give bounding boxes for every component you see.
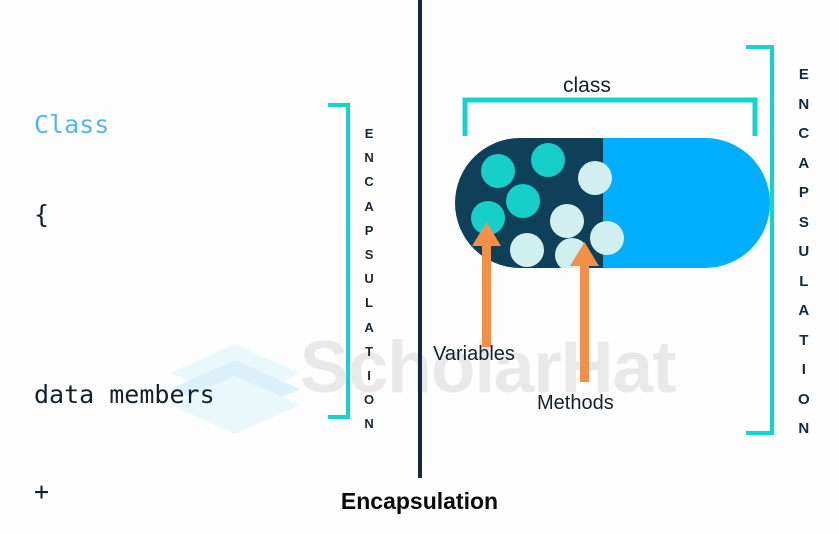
- methods-label: Methods: [537, 392, 614, 414]
- vletter: L: [365, 295, 374, 311]
- vletter: U: [798, 243, 810, 260]
- vletter: C: [364, 174, 375, 190]
- capsule-public-half: [603, 138, 770, 268]
- vletter: L: [799, 272, 809, 290]
- methods-arrow: [570, 242, 599, 382]
- vletter: A: [364, 198, 375, 214]
- capsule-dot-teal: [531, 143, 565, 177]
- vletter: I: [801, 361, 807, 378]
- vletter: E: [798, 66, 810, 83]
- vletter: O: [798, 390, 811, 408]
- keyword-class: Class: [34, 110, 110, 139]
- infographic-canvas: ScholarHat Class { data members + method…: [0, 0, 839, 534]
- vletter: T: [799, 331, 809, 349]
- left-encapsulation-label: E N C A P S U L A T I O N: [364, 122, 375, 437]
- code-line-3: data members: [34, 382, 374, 429]
- vletter: P: [798, 184, 810, 201]
- code-line-1: {: [34, 202, 374, 242]
- right-encapsulation-label: E N C A P S U L A T I O N: [798, 60, 810, 444]
- class-label: class: [563, 74, 611, 97]
- vletter: N: [364, 150, 375, 166]
- vletter: U: [364, 271, 375, 287]
- vletter: P: [364, 222, 374, 238]
- capsule-dot-pale: [510, 233, 544, 267]
- vletter: A: [364, 319, 375, 335]
- variables-arrow: [472, 222, 501, 347]
- vletter: O: [364, 392, 375, 408]
- vletter: C: [798, 125, 810, 142]
- vletter: N: [364, 416, 375, 432]
- right-encapsulation-bracket: [746, 45, 774, 435]
- vletter: E: [364, 126, 374, 141]
- vletter: S: [798, 213, 810, 231]
- vletter: A: [798, 302, 810, 319]
- code-line-0: Class: [34, 112, 374, 152]
- page-title: Encapsulation: [340, 488, 499, 514]
- class-span-bracket: [462, 97, 758, 136]
- capsule-dot-teal: [481, 154, 515, 188]
- class-code-block: Class { data members + methods (behavior…: [34, 62, 374, 534]
- capsule-dot-pale: [550, 204, 584, 238]
- vletter: N: [798, 95, 810, 113]
- panel-divider: [418, 0, 422, 478]
- vletter: N: [798, 420, 810, 437]
- capsule-dot-teal: [506, 184, 540, 218]
- capsule-dot-pale: [578, 161, 612, 195]
- vletter: T: [365, 343, 374, 359]
- left-encapsulation-bracket: [328, 103, 350, 419]
- vletter: I: [367, 368, 372, 384]
- vletter: S: [364, 247, 374, 263]
- code-token: {: [34, 200, 50, 229]
- vletter: A: [798, 154, 810, 172]
- code-token: data members: [34, 380, 215, 409]
- code-line-2-blank: [34, 292, 374, 332]
- variables-label: Variables: [433, 343, 515, 365]
